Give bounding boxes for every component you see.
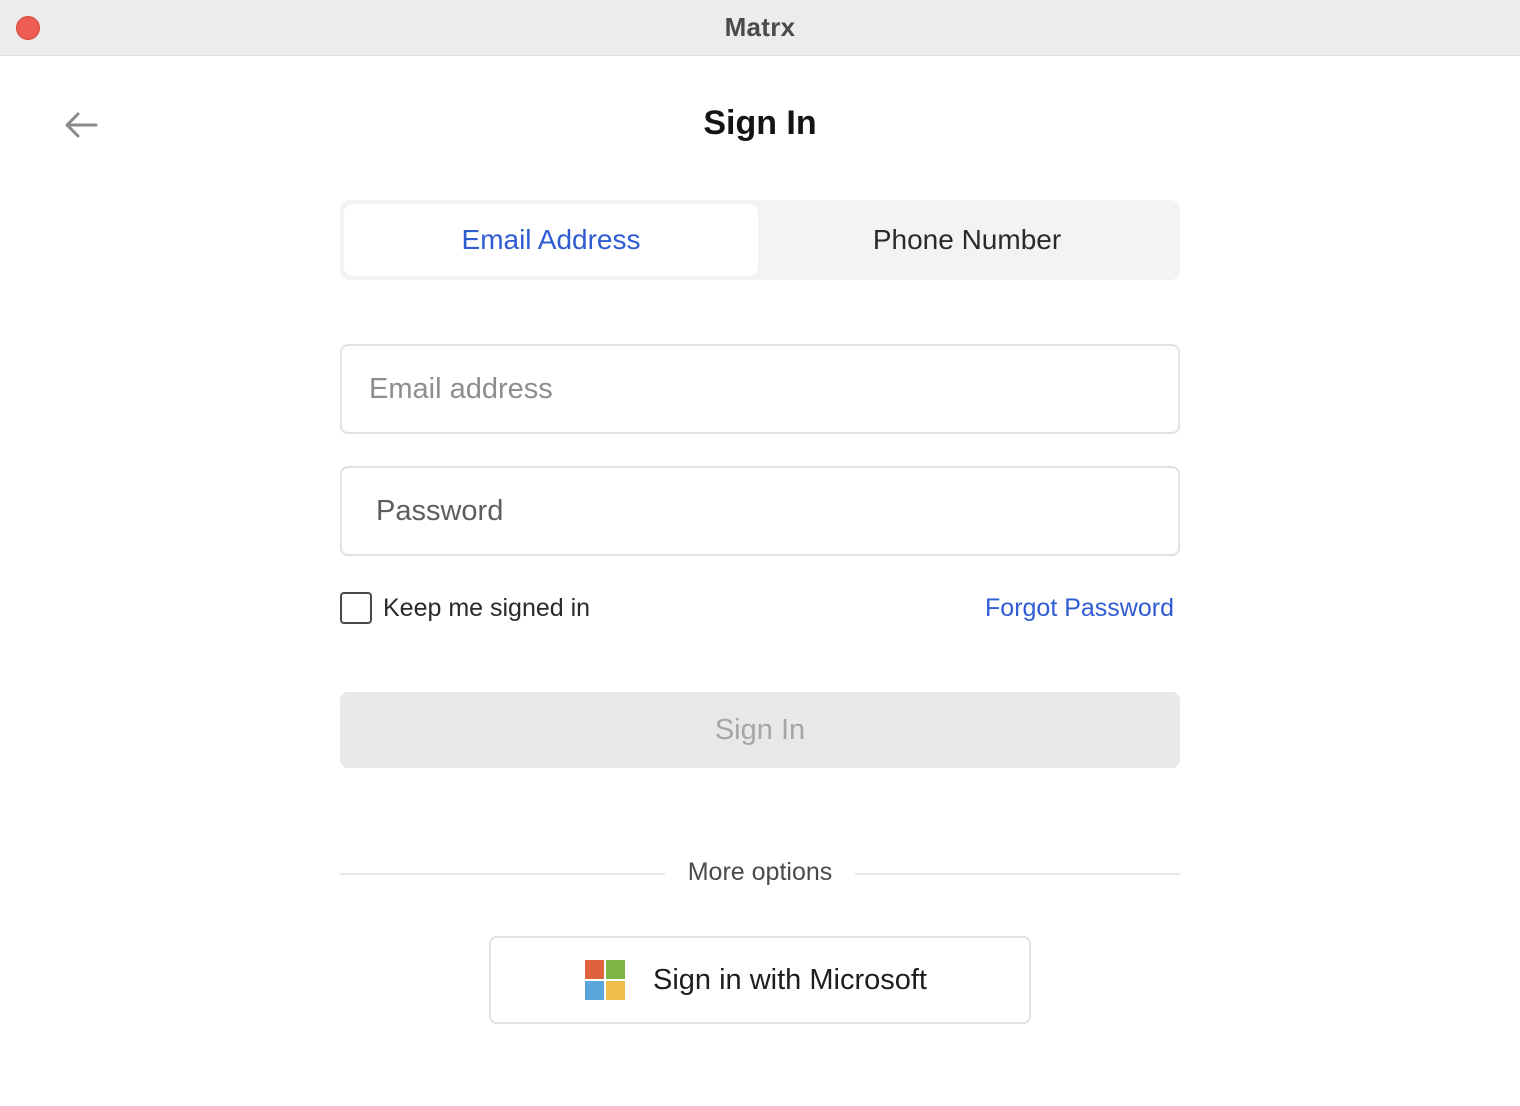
sign-in-button[interactable]: Sign In xyxy=(340,692,1180,768)
window-title: Matrx xyxy=(724,12,796,42)
sign-in-with-microsoft-button[interactable]: Sign in with Microsoft xyxy=(489,936,1031,1024)
microsoft-logo-icon xyxy=(585,960,625,1000)
app-window: Matrx Sign In Email Address Phone Number… xyxy=(0,0,1520,1106)
divider-line-right xyxy=(855,873,1180,875)
tab-phone-number[interactable]: Phone Number xyxy=(758,204,1176,276)
page-title: Sign In xyxy=(703,104,817,142)
title-bar: Matrx xyxy=(0,0,1520,56)
keep-signed-in-row[interactable]: Keep me signed in xyxy=(340,592,590,624)
keep-signed-in-checkbox[interactable] xyxy=(340,592,372,624)
password-field xyxy=(340,466,1180,556)
forgot-password-link[interactable]: Forgot Password xyxy=(985,594,1174,623)
keep-signed-in-label: Keep me signed in xyxy=(383,593,591,622)
microsoft-button-label: Sign in with Microsoft xyxy=(653,963,927,996)
email-field xyxy=(340,344,1180,434)
more-options-divider: More options xyxy=(340,856,1180,892)
sign-in-method-tabs: Email Address Phone Number xyxy=(340,200,1180,280)
password-input[interactable] xyxy=(342,468,1178,554)
email-input[interactable] xyxy=(342,346,1178,432)
tab-email-address[interactable]: Email Address xyxy=(344,204,758,276)
